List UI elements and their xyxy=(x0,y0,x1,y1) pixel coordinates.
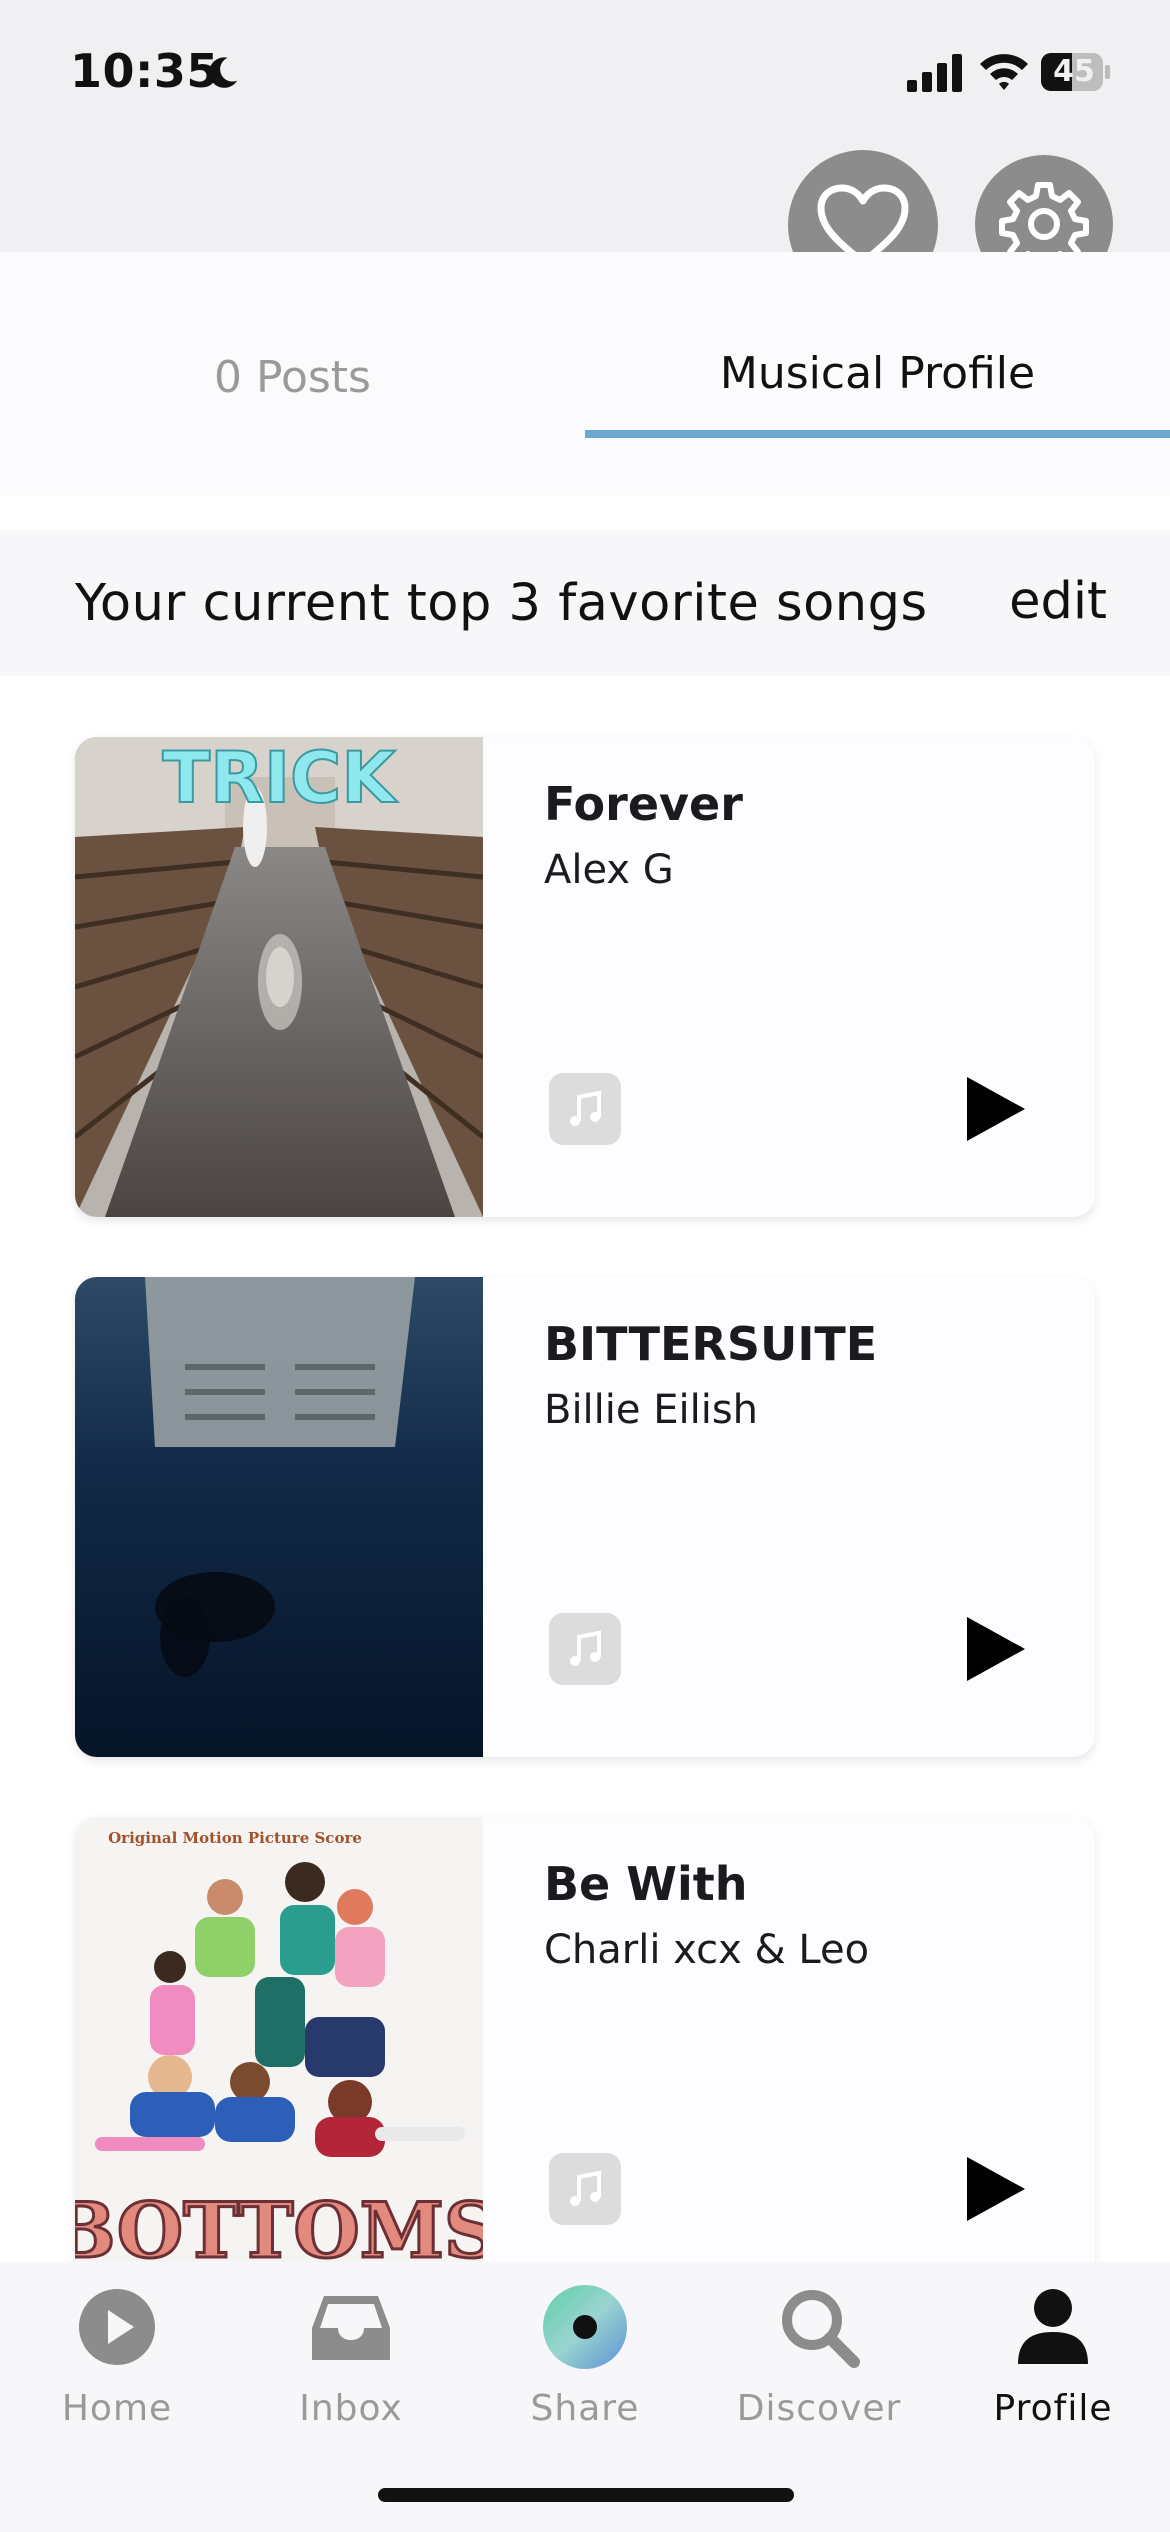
profile-tabs: 0 Posts Musical Profile xyxy=(0,252,1170,495)
song-title: BITTERSUITE xyxy=(544,1317,878,1371)
apple-music-icon[interactable] xyxy=(549,1613,621,1685)
album-art: TRICK xyxy=(75,737,483,1217)
song-card[interactable]: TRICK Forever Alex G xyxy=(75,737,1095,1217)
favorite-songs-header: Your current top 3 favorite songs edit xyxy=(0,530,1170,676)
song-card[interactable]: Original Motion Picture Score BOTTOMS Be… xyxy=(75,1817,1095,2297)
tab-label: Inbox xyxy=(299,2388,403,2429)
tab-musical-profile[interactable]: Musical Profile xyxy=(585,348,1170,399)
battery-level: 45 xyxy=(1053,54,1095,89)
active-tab-indicator xyxy=(585,430,1170,438)
tab-label: Discover xyxy=(736,2388,902,2429)
tab-profile[interactable]: Profile xyxy=(936,2282,1170,2429)
song-title: Be With xyxy=(544,1857,748,1911)
album-art-subtext: Original Motion Picture Score xyxy=(108,1829,362,1847)
album-art xyxy=(75,1277,483,1757)
tab-home[interactable]: Home xyxy=(0,2282,234,2429)
tab-label: Profile xyxy=(993,2388,1113,2429)
play-circle-icon xyxy=(79,2289,155,2365)
home-indicator[interactable] xyxy=(378,2488,794,2502)
song-title: Forever xyxy=(544,777,743,831)
section-title: Your current top 3 favorite songs xyxy=(75,574,928,633)
album-art-text: TRICK xyxy=(162,737,398,819)
apple-music-icon[interactable] xyxy=(549,2153,621,2225)
cellular-signal-icon xyxy=(907,54,962,92)
song-artist: Billie Eilish xyxy=(544,1387,759,1433)
tab-posts[interactable]: 0 Posts xyxy=(0,352,585,403)
inbox-icon xyxy=(312,2296,390,2360)
tab-inbox[interactable]: Inbox xyxy=(234,2282,468,2429)
tab-discover[interactable]: Discover xyxy=(702,2282,936,2429)
play-icon[interactable] xyxy=(953,1609,1033,1689)
search-icon xyxy=(782,2290,860,2368)
wifi-icon xyxy=(980,54,1028,90)
apple-music-icon[interactable] xyxy=(549,1073,621,1145)
album-art: Original Motion Picture Score BOTTOMS xyxy=(75,1817,483,2297)
play-icon[interactable] xyxy=(953,2149,1033,2229)
status-time: 10:35 xyxy=(70,44,219,98)
tab-share[interactable]: Share xyxy=(468,2282,702,2429)
moon-icon xyxy=(209,57,238,88)
tab-label: Share xyxy=(530,2388,640,2429)
person-icon xyxy=(1018,2289,1088,2364)
song-artist: Charli xcx & Leo xyxy=(544,1927,870,1973)
share-disc-icon xyxy=(543,2285,627,2369)
song-card[interactable]: BITTERSUITE Billie Eilish xyxy=(75,1277,1095,1757)
song-artist: Alex G xyxy=(544,847,674,893)
edit-button[interactable]: edit xyxy=(1009,572,1107,631)
tab-label: Home xyxy=(61,2388,173,2429)
play-icon[interactable] xyxy=(953,1069,1033,1149)
